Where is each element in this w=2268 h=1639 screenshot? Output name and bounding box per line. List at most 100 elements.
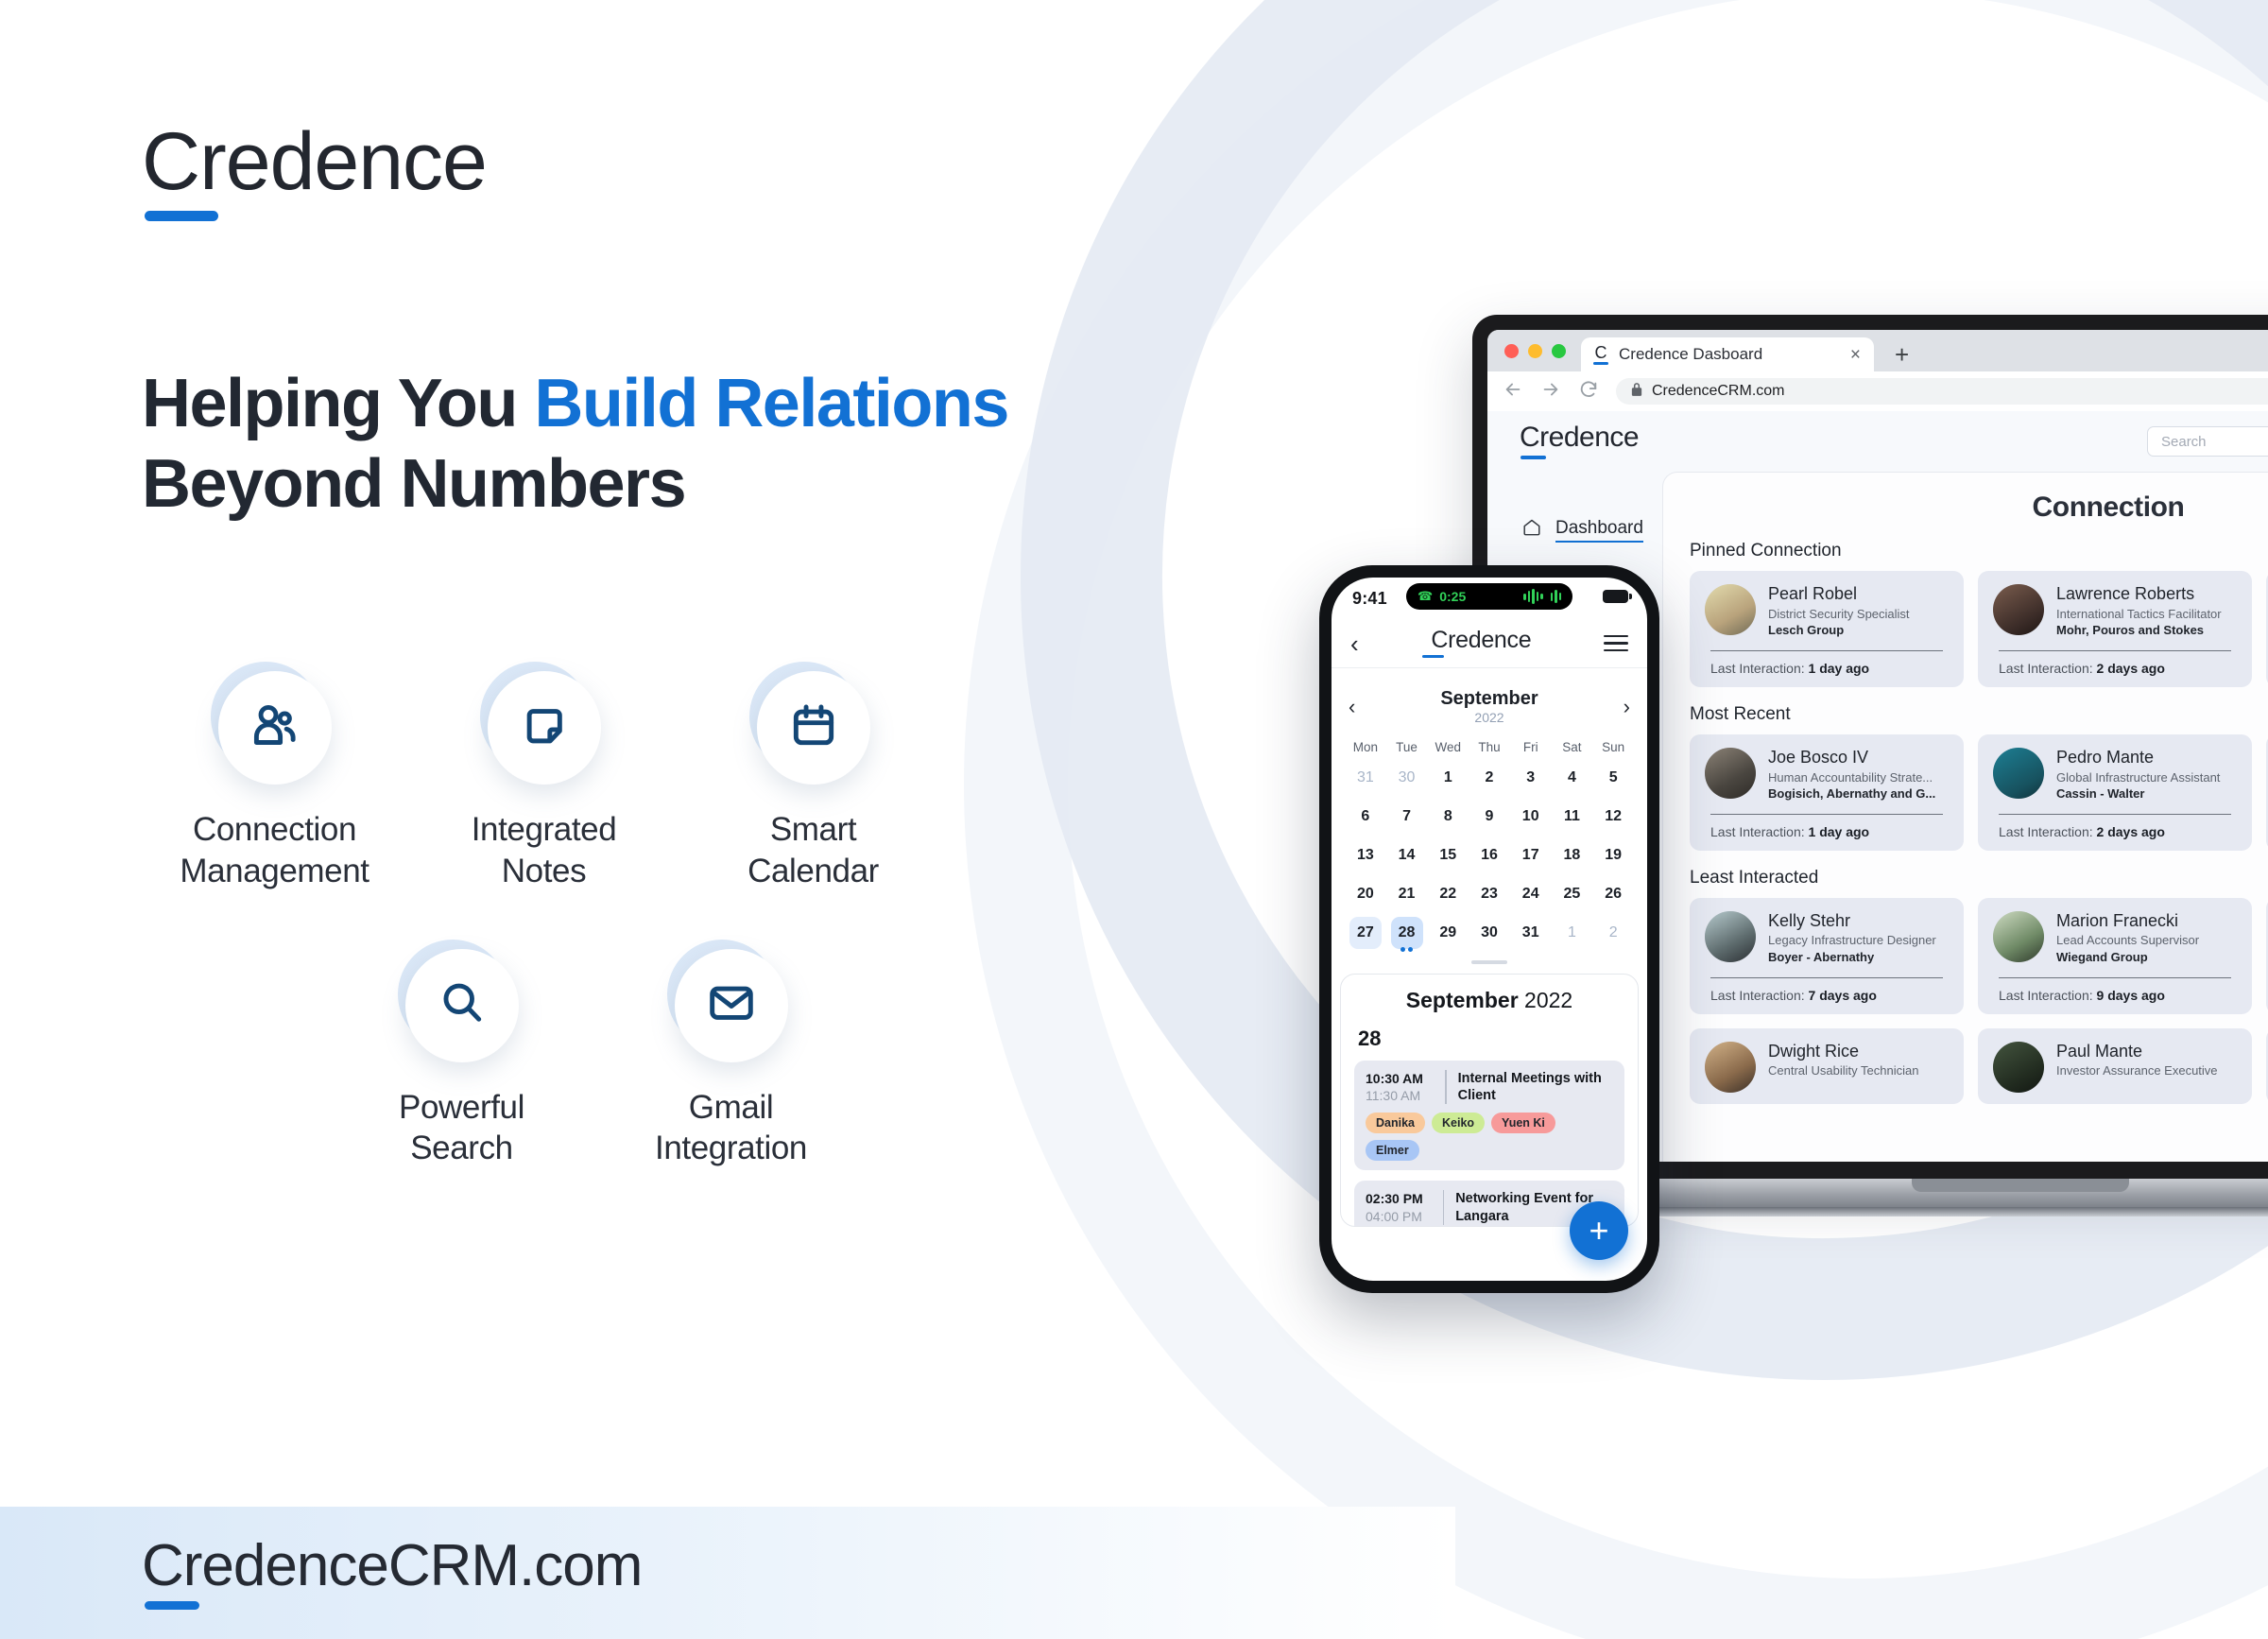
calendar-day-cell[interactable]: 10 <box>1510 799 1552 835</box>
calendar-day-cell[interactable]: 21 <box>1386 876 1428 912</box>
feature-label-line2: Management <box>180 852 369 889</box>
calendar-day-cell[interactable]: 28 <box>1386 915 1428 952</box>
calendar-day-cell[interactable]: 31 <box>1510 915 1552 951</box>
headline-part2: Beyond Numbers <box>142 445 687 522</box>
calendar-day-cell[interactable]: 14 <box>1386 837 1428 873</box>
hamburger-menu-icon[interactable] <box>1604 630 1628 657</box>
calendar-day-cell[interactable]: 16 <box>1469 837 1510 873</box>
last-interaction-label: Last Interaction: <box>1710 987 1805 1003</box>
contact-org: Bogisich, Abernathy and G... <box>1768 786 1936 802</box>
sheet-drag-handle[interactable] <box>1471 960 1507 964</box>
calendar-day-cell[interactable]: 7 <box>1386 799 1428 835</box>
feature-integrated-notes[interactable]: Integrated Notes <box>409 661 679 892</box>
calendar-day-cell[interactable]: 23 <box>1469 876 1510 912</box>
calendar-day-cell[interactable]: 27 <box>1345 915 1386 951</box>
calendar-day-number: 30 <box>1481 924 1498 940</box>
calendar-day-cell[interactable]: 8 <box>1427 799 1469 835</box>
connection-card[interactable]: Pedro Mante Global Infrastructure Assist… <box>1978 733 2252 851</box>
connection-card[interactable]: Paul Mante Investor Assurance Executive <box>1978 1027 2252 1104</box>
chevron-left-icon[interactable]: ‹ <box>1350 631 1359 656</box>
feature-powerful-search[interactable]: Powerful Search <box>327 938 596 1170</box>
calendar-day-cell[interactable]: 31 <box>1345 760 1386 796</box>
calendar-day-cell[interactable]: 2 <box>1592 915 1634 951</box>
calendar-day-cell[interactable]: 30 <box>1469 915 1510 951</box>
close-window-button[interactable] <box>1504 343 1519 358</box>
feature-smart-calendar[interactable]: Smart Calendar <box>679 661 948 892</box>
calendar-day-cell[interactable]: 30 <box>1386 760 1428 796</box>
connection-card[interactable]: Pearl Robel District Security Specialist… <box>1690 571 1964 687</box>
agenda-title: September 2022 <box>1354 990 1624 1011</box>
add-event-button[interactable]: + <box>1570 1201 1628 1260</box>
arrow-left-icon[interactable] <box>1503 379 1523 405</box>
calendar-day-cell[interactable]: 11 <box>1552 799 1593 835</box>
calendar-day-cell[interactable]: 6 <box>1345 799 1386 835</box>
connection-card[interactable]: Joe Bosco IV Human Accountability Strate… <box>1690 733 1964 851</box>
calendar-day-cell[interactable]: 3 <box>1510 760 1552 796</box>
calendar-day-cell[interactable]: 4 <box>1552 760 1593 796</box>
contact-name: Dwight Rice <box>1768 1041 1860 1061</box>
app-header: Credence Search <box>1487 411 2268 472</box>
attendee-chip[interactable]: Danika <box>1366 1113 1425 1134</box>
event-attendees: Danika Keiko Yuen Ki Elmer <box>1366 1113 1613 1162</box>
attendee-chip[interactable]: Keiko <box>1432 1113 1486 1134</box>
footer-url-block[interactable]: CredenceCRM.com <box>142 1536 643 1610</box>
feature-connection-management[interactable]: Connection Management <box>140 661 409 892</box>
arrow-right-icon[interactable] <box>1540 379 1561 405</box>
calendar-day-cell[interactable]: 25 <box>1552 876 1593 912</box>
address-bar[interactable]: CredenceCRM.com <box>1616 378 2268 405</box>
people-icon <box>249 699 301 757</box>
connection-card[interactable]: Dwight Rice Central Usability Technician <box>1690 1027 1964 1104</box>
calendar-day-cell[interactable]: 1 <box>1552 915 1593 951</box>
new-tab-button[interactable]: + <box>1895 342 1909 367</box>
maximize-window-button[interactable] <box>1552 343 1566 358</box>
calendar-day-cell[interactable]: 12 <box>1592 799 1634 835</box>
feature-gmail-integration[interactable]: Gmail Integration <box>596 938 866 1170</box>
window-controls[interactable] <box>1504 330 1581 371</box>
dynamic-island[interactable]: ☎ 0:25 <box>1406 583 1572 610</box>
app-logo[interactable]: Credence <box>1520 423 1640 459</box>
connection-card[interactable]: Lawrence Roberts International Tactics F… <box>1978 571 2252 687</box>
calendar-prev-month-button[interactable]: ‹ <box>1349 697 1355 717</box>
calendar-day-number: 1 <box>1567 924 1576 940</box>
attendee-chip[interactable]: Yuen Ki <box>1491 1113 1555 1134</box>
connection-card[interactable]: Marion Franecki Lead Accounts Supervisor… <box>1978 897 2252 1014</box>
minimize-window-button[interactable] <box>1528 343 1542 358</box>
contact-role: Central Usability Technician <box>1768 1063 1919 1078</box>
agenda-event[interactable]: 10:30 AM 11:30 AM Internal Meetings with… <box>1354 1061 1624 1171</box>
search-input[interactable]: Search <box>2147 426 2268 457</box>
calendar-day-number: 26 <box>1605 886 1623 902</box>
calendar-day-cell[interactable]: 15 <box>1427 837 1469 873</box>
reload-icon[interactable] <box>1578 379 1599 405</box>
calendar-day-cell[interactable]: 26 <box>1592 876 1634 912</box>
brand-logo-underline <box>145 211 218 221</box>
attendee-chip[interactable]: Elmer <box>1366 1140 1419 1162</box>
calendar-day-cell[interactable]: 20 <box>1345 876 1386 912</box>
calendar-day-cell[interactable]: 1 <box>1427 760 1469 796</box>
laptop-base-notch <box>1912 1179 2129 1192</box>
card-row-overflow: Dwight Rice Central Usability Technician <box>1690 1027 2268 1104</box>
calendar-day-cell[interactable]: 24 <box>1510 876 1552 912</box>
sidebar-item-dashboard[interactable]: Dashboard <box>1521 517 1662 543</box>
calendar-day-cell[interactable]: 9 <box>1469 799 1510 835</box>
calendar-day-cell[interactable]: 13 <box>1345 837 1386 873</box>
close-tab-icon[interactable]: × <box>1850 346 1861 364</box>
calendar-next-month-button[interactable]: › <box>1624 697 1630 717</box>
search-icon <box>436 976 489 1034</box>
last-interaction-value: 1 day ago <box>1808 660 1870 676</box>
calendar-day-cell[interactable]: 5 <box>1592 760 1634 796</box>
calendar-day-cell[interactable]: 18 <box>1552 837 1593 873</box>
calendar-day-cell[interactable]: 17 <box>1510 837 1552 873</box>
last-interaction-label: Last Interaction: <box>1710 660 1805 676</box>
calendar-day-cell[interactable]: 2 <box>1469 760 1510 796</box>
contact-name: Joe Bosco IV <box>1768 747 1869 767</box>
feature-icon-circle <box>476 661 611 795</box>
calendar-day-cell[interactable]: 19 <box>1592 837 1634 873</box>
calendar-day-number: 28 <box>1390 917 1423 949</box>
calendar-day-number: 9 <box>1485 808 1494 824</box>
call-timer: 0:25 <box>1439 589 1467 604</box>
browser-tab[interactable]: C Credence Dasboard × <box>1581 337 1874 371</box>
calendar-day-cell[interactable]: 29 <box>1427 915 1469 951</box>
connection-card[interactable]: Kelly Stehr Legacy Infrastructure Design… <box>1690 897 1964 1014</box>
calendar-day-cell[interactable]: 22 <box>1427 876 1469 912</box>
last-interaction-value: 9 days ago <box>2096 987 2165 1003</box>
